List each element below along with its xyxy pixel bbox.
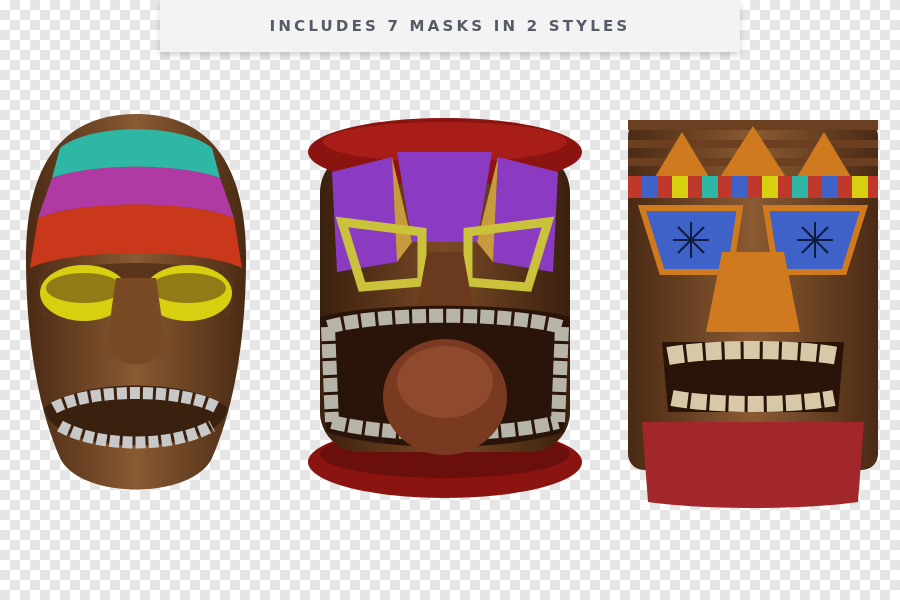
tiki-mask-1 bbox=[20, 108, 252, 510]
title-text: INCLUDES 7 MASKS IN 2 STYLES bbox=[269, 17, 631, 35]
tiki-mask-2 bbox=[302, 112, 588, 508]
title-banner: INCLUDES 7 MASKS IN 2 STYLES bbox=[160, 0, 740, 52]
tiki-mask-3 bbox=[622, 112, 884, 514]
tiki-mask-3-illustration bbox=[628, 120, 878, 508]
tiki-mask-1-illustration bbox=[26, 114, 246, 490]
tiki-mask-2-illustration bbox=[308, 118, 582, 498]
